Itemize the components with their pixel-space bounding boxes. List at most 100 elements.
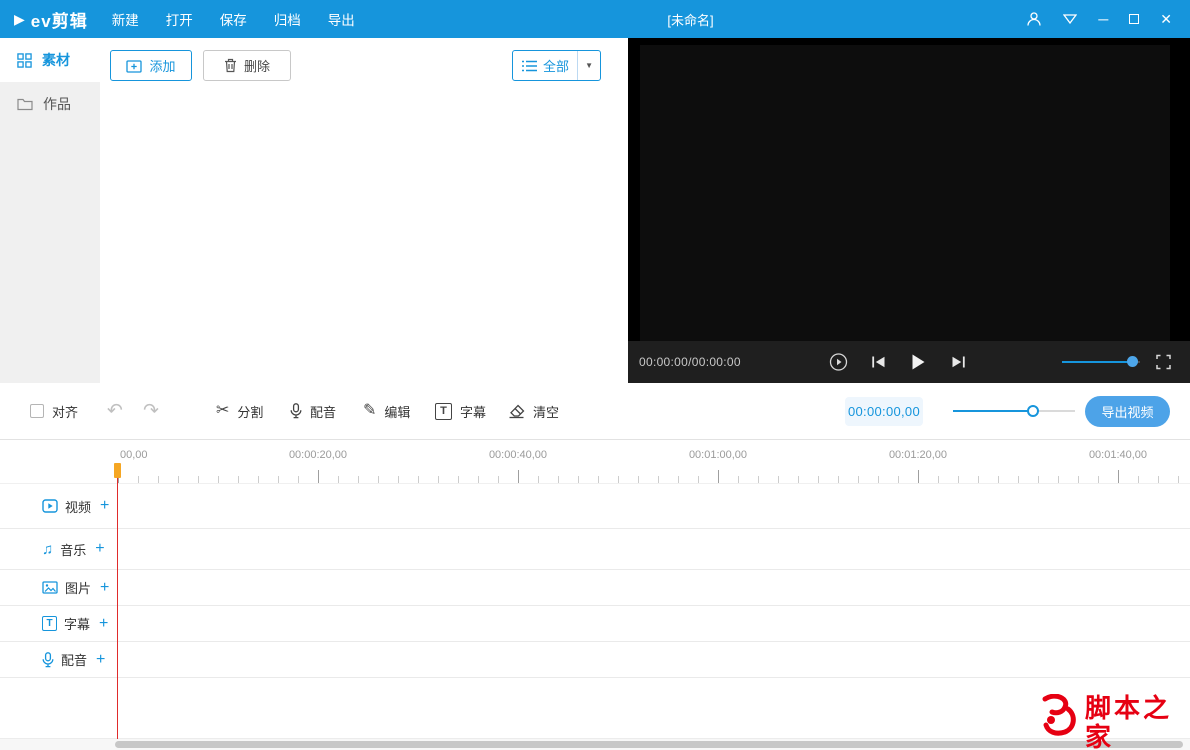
zoom-fill — [953, 410, 1033, 412]
volume-slider[interactable] — [1062, 355, 1140, 369]
microphone-icon — [42, 651, 54, 668]
add-file-icon — [126, 59, 143, 73]
volume-knob[interactable] — [1127, 356, 1138, 367]
microphone-icon — [290, 403, 302, 419]
add-dub-button[interactable]: + — [96, 651, 105, 668]
ruler-minor-ticks — [118, 476, 1190, 483]
close-button[interactable]: ✕ — [1160, 12, 1172, 26]
redo-icon[interactable]: ↷ — [143, 400, 159, 423]
align-toggle[interactable]: 对齐 — [30, 383, 78, 439]
dub-button[interactable]: 配音 — [290, 383, 336, 439]
track-header-video: 视频 + — [0, 484, 117, 528]
track-header-dub: 配音 + — [0, 642, 117, 677]
ruler-label: 00:01:00,00 — [688, 449, 748, 461]
track-row-dub: 配音 + — [0, 642, 1190, 678]
timecode-display: 00:00:00,00 — [845, 397, 923, 426]
grid-icon — [17, 52, 32, 68]
maximize-button[interactable] — [1129, 14, 1140, 24]
menu-archive[interactable]: 归档 — [274, 9, 301, 29]
trash-icon — [224, 58, 237, 73]
track-row-image: 图片 + — [0, 570, 1190, 606]
document-title: [未命名] — [667, 12, 714, 28]
music-note-icon: ♫ — [42, 540, 54, 558]
sidebar-item-works[interactable]: 作品 — [0, 82, 100, 126]
dub-label: 配音 — [310, 404, 337, 420]
logo-play-icon: ▶ — [14, 11, 25, 27]
export-video-button[interactable]: 导出视频 — [1085, 396, 1170, 427]
user-icon[interactable] — [1026, 11, 1042, 27]
subtitle-t-icon: T — [42, 616, 57, 631]
add-video-button[interactable]: + — [100, 498, 109, 514]
app-window: ▶ ev剪辑 新建 打开 保存 归档 导出 [未命名] ─ ✕ 素材 作品 添加… — [0, 0, 1190, 750]
undo-icon[interactable]: ↶ — [107, 400, 123, 423]
track-lane-video[interactable] — [117, 484, 1190, 528]
clear-label: 清空 — [533, 404, 560, 420]
dropdown-icon[interactable] — [1063, 14, 1078, 24]
volume-fill — [1062, 361, 1133, 363]
ruler-label: 00:01:20,00 — [888, 449, 948, 461]
track-label: 字幕 — [64, 617, 91, 632]
eraser-icon — [508, 404, 525, 419]
chevron-down-icon: ▼ — [577, 51, 600, 80]
main-menu: 新建 打开 保存 归档 导出 — [112, 9, 355, 29]
track-lane-image[interactable] — [117, 570, 1190, 605]
ruler-label: 00:01:40,00 — [1088, 449, 1148, 461]
player-controls: 00:00:00/00:00:00 — [628, 341, 1190, 383]
edit-label: 编辑 — [384, 404, 411, 420]
track-row-music: ♫ 音乐 + — [0, 529, 1190, 570]
fullscreen-icon[interactable] — [1156, 354, 1171, 370]
filter-dropdown[interactable]: 全部 ▼ — [512, 50, 601, 81]
timeline-ruler[interactable]: 00,00 00:00:20,00 00:00:40,00 00:01:00,0… — [0, 440, 1190, 484]
window-controls: ─ ✕ — [1026, 0, 1190, 38]
scrollbar-thumb[interactable] — [115, 741, 1183, 748]
clear-button[interactable]: 清空 — [508, 383, 559, 439]
sidebar-item-material[interactable]: 素材 — [0, 38, 100, 82]
ruler-major-tick — [1118, 470, 1119, 483]
zoom-knob[interactable] — [1027, 405, 1039, 417]
track-lane-dub[interactable] — [117, 642, 1190, 677]
menu-new[interactable]: 新建 — [112, 9, 139, 29]
minimize-button[interactable]: ─ — [1098, 12, 1108, 26]
next-frame-button[interactable] — [951, 356, 966, 369]
watermark: 脚本之家 www.jb51.net — [1038, 694, 1190, 750]
timeline-zoom-slider[interactable] — [953, 404, 1075, 418]
folder-icon — [17, 97, 33, 111]
zoom-rest — [1033, 410, 1075, 412]
timeline: 00,00 00:00:20,00 00:00:40,00 00:01:00,0… — [0, 440, 1190, 750]
subtitle-button[interactable]: T 字幕 — [435, 383, 486, 439]
ruler-major-tick — [918, 470, 919, 483]
add-music-button[interactable]: + — [95, 541, 104, 557]
delete-material-button[interactable]: 删除 — [203, 50, 291, 81]
subtitle-label: 字幕 — [460, 404, 487, 420]
image-icon — [42, 581, 58, 594]
play-button[interactable] — [911, 354, 926, 371]
ruler-label: 00:00:40,00 — [488, 449, 548, 461]
previous-frame-button[interactable] — [871, 356, 886, 369]
ruler-major-tick — [518, 470, 519, 483]
split-button[interactable]: ✂ 分割 — [216, 383, 263, 439]
add-image-button[interactable]: + — [100, 579, 109, 596]
playhead-handle[interactable] — [114, 463, 121, 478]
menu-open[interactable]: 打开 — [166, 9, 193, 29]
list-icon — [522, 60, 537, 72]
track-label: 图片 — [65, 581, 92, 596]
align-checkbox[interactable] — [30, 404, 44, 418]
add-label: 添加 — [149, 59, 176, 74]
track-row-subtitle: T 字幕 + — [0, 606, 1190, 642]
add-subtitle-button[interactable]: + — [99, 615, 108, 632]
align-label: 对齐 — [52, 404, 79, 420]
track-lane-subtitle[interactable] — [117, 606, 1190, 641]
track-lane-music[interactable] — [117, 529, 1190, 569]
app-logo: ▶ ev剪辑 — [0, 7, 96, 32]
menu-export[interactable]: 导出 — [328, 9, 355, 29]
play-speed-icon[interactable] — [829, 353, 848, 372]
horizontal-scrollbar — [0, 738, 1190, 750]
menu-save[interactable]: 保存 — [220, 9, 247, 29]
edit-button[interactable]: ✎ 编辑 — [363, 383, 410, 439]
ruler-major-tick — [318, 470, 319, 483]
add-material-button[interactable]: 添加 — [110, 50, 192, 81]
material-panel: 添加 删除 全部 ▼ — [100, 38, 628, 383]
track-row-video: 视频 + — [0, 484, 1190, 529]
maximize-icon — [1129, 14, 1140, 24]
watermark-text: 脚本之家 www.jb51.net — [1085, 694, 1190, 750]
